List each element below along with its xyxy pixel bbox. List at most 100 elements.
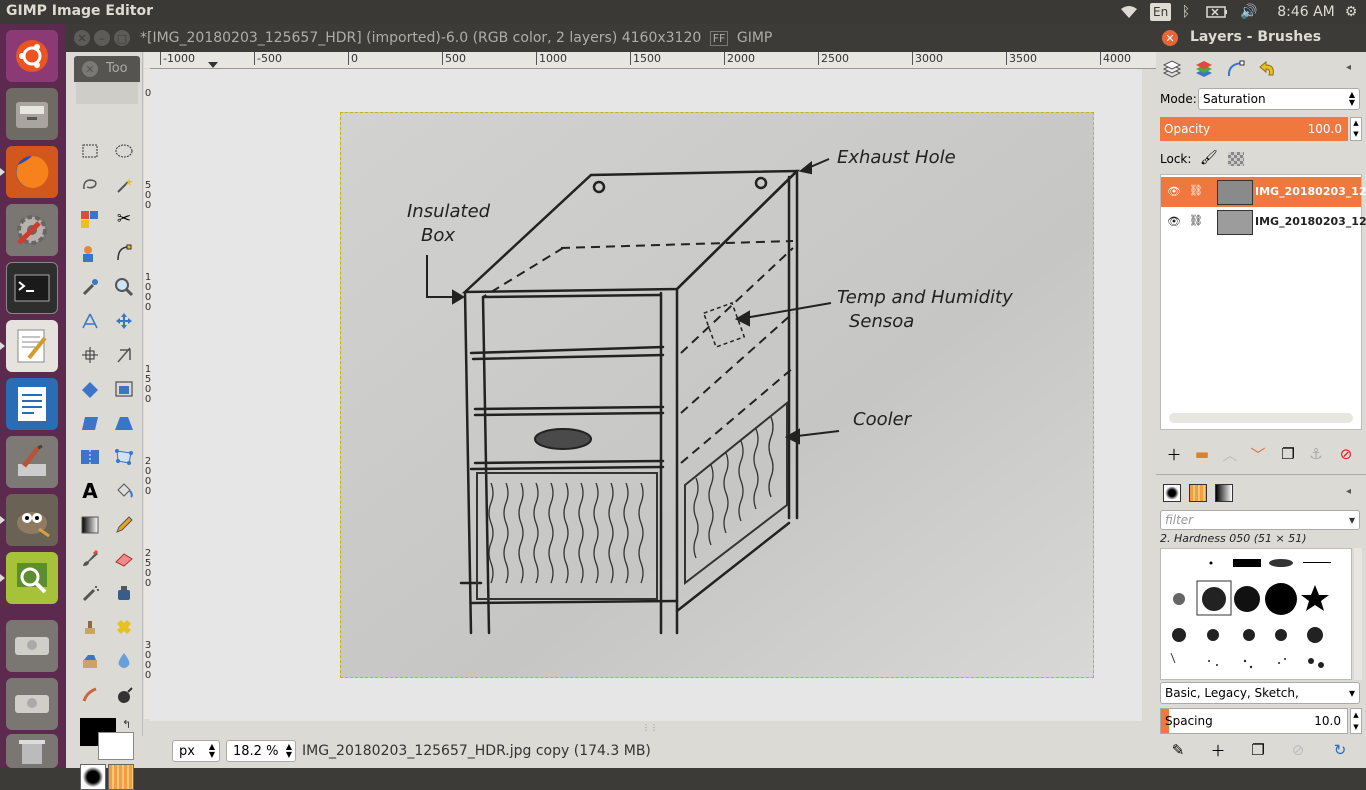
gear-icon[interactable]: ⚙ [1340, 2, 1362, 22]
blur-tool-icon[interactable] [111, 648, 137, 674]
gimp-icon[interactable] [6, 494, 58, 546]
airbrush-tool-icon[interactable] [77, 580, 103, 606]
dock-menu-icon[interactable]: ◂ [1346, 62, 1351, 73]
mode-combo[interactable]: Saturation ▲ ▼ [1198, 88, 1360, 110]
new-layer-icon[interactable]: ＋ [1164, 444, 1184, 464]
tab-brushes[interactable] [1158, 480, 1186, 506]
eraser-tool-icon[interactable] [111, 546, 137, 572]
wifi-icon[interactable] [1118, 2, 1140, 22]
chain-icon[interactable]: ⛓ [1189, 214, 1203, 227]
terminal-icon[interactable] [6, 262, 58, 314]
cage-transform-tool-icon[interactable] [111, 444, 137, 470]
align-tool-icon[interactable] [77, 342, 103, 368]
settings-icon[interactable] [6, 204, 58, 256]
drive-icon[interactable] [6, 678, 58, 730]
tab-paths[interactable] [1222, 56, 1250, 82]
tab-gradients[interactable] [1210, 480, 1238, 506]
brush-tags-combo[interactable]: Basic, Legacy, Sketch, ▾ [1160, 682, 1360, 704]
free-select-tool-icon[interactable] [77, 172, 103, 198]
brush-grid-scrollbar[interactable] [1354, 548, 1362, 680]
duplicate-brush-icon[interactable]: ❐ [1248, 740, 1268, 760]
close-dock-button[interactable]: ✕ [1162, 30, 1178, 46]
close-toolbox-button[interactable]: ✕ [82, 61, 98, 77]
pencil-tool-icon[interactable] [111, 512, 137, 538]
maximize-window-button[interactable]: □ [114, 30, 130, 46]
rotate-tool-icon[interactable] [77, 376, 103, 402]
opacity-spin-arrows[interactable]: ▲ ▼ [1350, 117, 1362, 141]
eye-icon[interactable]: 👁 [1167, 215, 1181, 228]
vertical-scrollbar[interactable] [1146, 69, 1156, 721]
dodge-burn-tool-icon[interactable] [111, 682, 137, 708]
blend-tool-icon[interactable] [77, 512, 103, 538]
zoom-selector[interactable]: 18.2 % ▲ ▼ [226, 740, 296, 762]
bucket-fill-tool-icon[interactable] [111, 478, 137, 504]
anchor-layer-icon[interactable]: ⚓ [1306, 444, 1326, 464]
delete-brush-icon[interactable]: ⊘ [1288, 740, 1308, 760]
swap-colors-icon[interactable]: ↰ [122, 718, 131, 731]
image-viewer-icon[interactable] [6, 552, 58, 604]
text-tool-icon[interactable]: A [77, 478, 103, 504]
files-icon[interactable] [6, 88, 58, 140]
rect-select-tool-icon[interactable] [77, 138, 103, 164]
refresh-brushes-icon[interactable]: ↻ [1330, 740, 1350, 760]
layer-row[interactable]: 👁 ⛓ IMG_20180203_125 [1161, 207, 1366, 237]
background-color-swatch[interactable] [98, 732, 134, 760]
bluetooth-icon[interactable]: ᛒ [1178, 2, 1194, 22]
opacity-slider[interactable]: Opacity 100.0 [1160, 117, 1348, 141]
volume-icon[interactable]: 🔊 [1238, 2, 1260, 22]
lock-alpha-icon[interactable] [1228, 152, 1244, 166]
tab-undo-history[interactable] [1254, 56, 1282, 82]
new-brush-icon[interactable]: ＋ [1208, 740, 1228, 760]
duplicate-layer-icon[interactable]: ❐ [1278, 444, 1298, 464]
dock-menu-icon[interactable]: ◂ [1346, 486, 1351, 497]
tab-patterns[interactable] [1184, 480, 1212, 506]
zoom-tool-icon[interactable] [111, 274, 137, 300]
perspective-clone-tool-icon[interactable] [77, 648, 103, 674]
brush-filter-input[interactable]: filter ▾ [1160, 510, 1360, 530]
layers-hscrollbar[interactable] [1169, 413, 1353, 423]
crop-tool-icon[interactable] [111, 342, 137, 368]
edit-brush-icon[interactable]: ✎ [1168, 740, 1188, 760]
fuzzy-select-tool-icon[interactable] [111, 172, 137, 198]
perspective-tool-icon[interactable] [111, 410, 137, 436]
flip-tool-icon[interactable] [77, 444, 103, 470]
ink-tool-icon[interactable] [111, 580, 137, 606]
clock[interactable]: 8:46 AM [1276, 2, 1336, 22]
drive-icon[interactable] [6, 620, 58, 672]
layers-list[interactable]: 👁 ⛓ IMG_20180203_125 👁 ⛓ IMG_20180203_12… [1160, 174, 1366, 430]
brush-grid[interactable] [1160, 548, 1352, 680]
firefox-icon[interactable] [6, 146, 58, 198]
spacing-spin-arrows[interactable]: ▲ ▼ [1350, 708, 1362, 734]
raise-layer-icon[interactable]: ︿ [1220, 444, 1240, 464]
foreground-select-tool-icon[interactable] [77, 240, 103, 266]
chain-icon[interactable]: ⛓ [1189, 184, 1203, 197]
battery-icon[interactable] [1204, 2, 1230, 22]
unit-selector[interactable]: px ▲ ▼ [172, 740, 220, 762]
delete-layer-icon[interactable]: ⊘ [1336, 444, 1356, 464]
layer-row[interactable]: 👁 ⛓ IMG_20180203_125 [1161, 177, 1366, 207]
tab-layers[interactable] [1158, 56, 1186, 82]
eye-icon[interactable]: 👁 [1167, 185, 1181, 198]
keyboard-language-indicator[interactable]: En [1150, 3, 1172, 21]
spacing-slider[interactable]: Spacing 10.0 [1160, 708, 1348, 734]
clone-tool-icon[interactable] [77, 614, 103, 640]
scale-tool-icon[interactable] [111, 376, 137, 402]
paths-tool-icon[interactable] [111, 240, 137, 266]
trash-icon[interactable] [6, 734, 58, 768]
horizontal-scrollbar[interactable]: ⋮⋮ [150, 721, 1146, 732]
scissors-select-tool-icon[interactable]: ✂ [111, 206, 137, 232]
paint-tool-icon[interactable] [6, 436, 58, 488]
minimize-window-button[interactable]: – [94, 30, 110, 46]
heal-tool-icon[interactable] [111, 614, 137, 640]
image-canvas[interactable]: Exhaust Hole Insulated Box Temp and Humi… [340, 112, 1094, 678]
color-picker-tool-icon[interactable] [77, 274, 103, 300]
vertical-ruler[interactable]: 0 500 1000 1500 2000 2500 3000 [144, 69, 152, 719]
lower-layer-icon[interactable]: ﹀ [1248, 444, 1268, 464]
shear-tool-icon[interactable] [77, 410, 103, 436]
ellipse-select-tool-icon[interactable] [111, 138, 137, 164]
lock-pixels-icon[interactable]: 🖌 [1200, 150, 1218, 166]
move-tool-icon[interactable] [111, 308, 137, 334]
paintbrush-tool-icon[interactable] [77, 546, 103, 572]
select-by-color-tool-icon[interactable] [77, 206, 103, 232]
smudge-tool-icon[interactable] [77, 682, 103, 708]
